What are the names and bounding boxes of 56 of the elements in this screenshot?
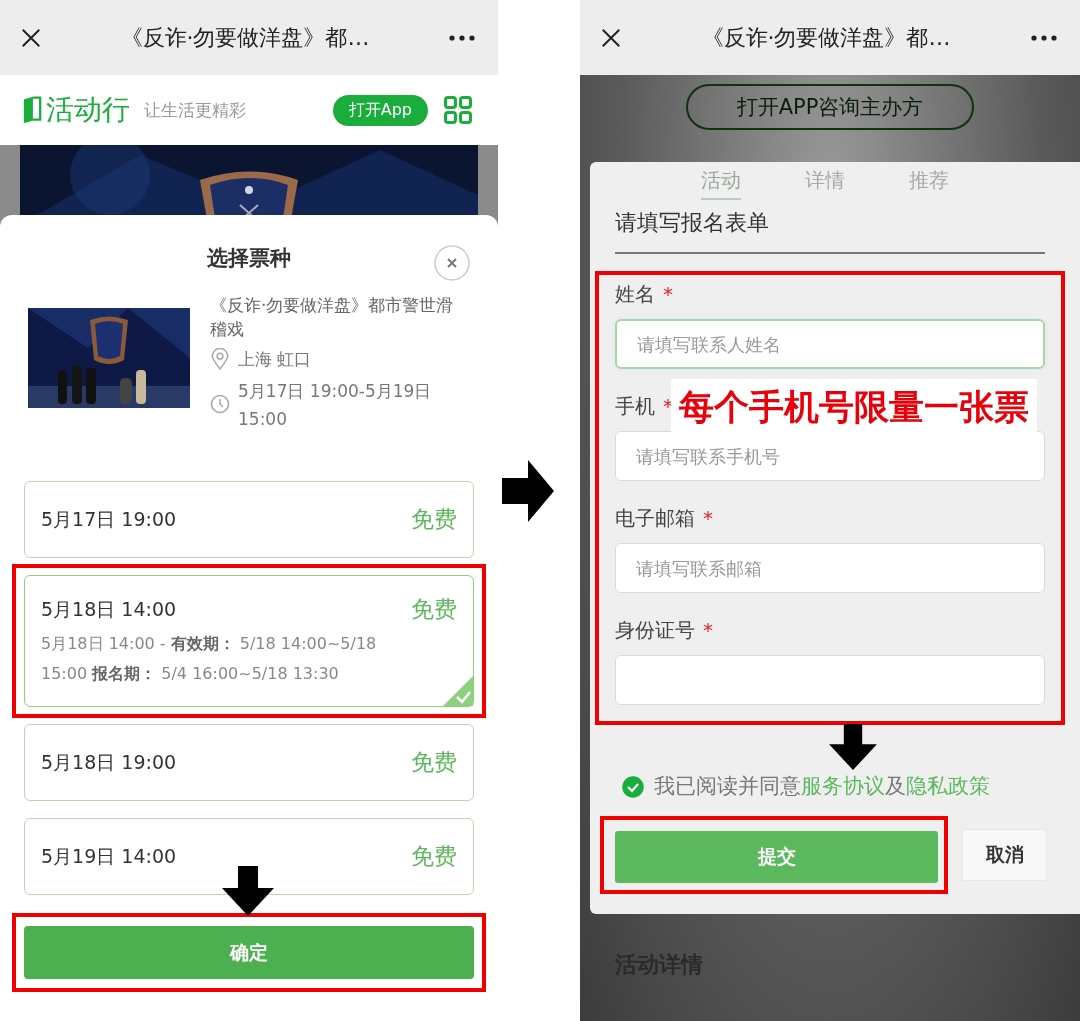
ticket-time: 5月18日 14:00 [41, 596, 177, 622]
tab[interactable]: 活动 [701, 166, 741, 200]
agreement-link[interactable]: 服务协议 [801, 774, 885, 798]
sheet-title: 选择票种 [207, 245, 291, 272]
ticket-time: 5月19日 14:00 [41, 843, 177, 869]
confirm-button[interactable]: 确定 [24, 926, 474, 979]
input-field[interactable]: 请填写联系手机号 [615, 431, 1045, 481]
grid-icon[interactable] [444, 96, 472, 124]
form-title: 请填写报名表单 [615, 208, 1045, 254]
annotation-note: 每个手机号限量一张票 [671, 379, 1037, 435]
required-mark: * [703, 617, 713, 644]
slogan: 让生活更精彩 [144, 98, 247, 122]
tab[interactable]: 详情 [805, 166, 845, 200]
ticket-option[interactable]: 5月17日 19:00 免费 [24, 481, 474, 558]
field-label: 身份证号 [615, 617, 695, 644]
page-title: 《反诈·勿要做洋盘》都… [119, 23, 371, 52]
ticket-time: 5月17日 19:00 [41, 506, 177, 532]
ticket-price: 免费 [411, 505, 457, 534]
field-label: 电子邮箱 [615, 505, 695, 532]
ticket-option[interactable]: 5月18日 14:00 免费 5月18日 14:00 - 有效期： 5/18 14:00~5/18 15:00 报名期： 5/4 16:00~5/18 13:30 [24, 575, 474, 707]
right-arrow [502, 459, 554, 522]
down-arrow [829, 724, 877, 770]
consult-button[interactable]: 打开APP咨询主办方 [686, 84, 974, 130]
event-location: 上海 虹口 [238, 348, 312, 371]
input-field[interactable]: 请填写联系人姓名 [615, 319, 1045, 369]
agreement-text: 我已阅读并同意服务协议及隐私政策 [654, 773, 990, 800]
ticket-detail: 5月18日 14:00 - 有效期： 5/18 14:00~5/18 15:00 报名期： 5/4 16:00~5/18 13:30 [41, 633, 378, 685]
ticket-option[interactable]: 5月18日 19:00 免费 [24, 724, 474, 801]
required-mark: * [663, 281, 673, 308]
location-pin-icon [210, 348, 230, 370]
ticket-time: 5月18日 19:00 [41, 749, 177, 775]
close-icon[interactable] [20, 26, 42, 49]
ticket-price: 免费 [411, 595, 457, 624]
input-field[interactable]: 请填写联系邮箱 [615, 543, 1045, 593]
page-title: 《反诈·勿要做洋盘》都… [700, 23, 952, 52]
ticket-price: 免费 [411, 748, 457, 777]
event-time: 5月17日 19:00-5月19日 15:00 [238, 380, 433, 431]
event-title: 《反诈·勿要做洋盘》都市警世滑稽戏 [210, 294, 455, 341]
ticket-option[interactable]: 5月19日 14:00 免费 [24, 818, 474, 895]
cancel-button[interactable]: 取消 [962, 829, 1047, 881]
field-label: 手机 [615, 393, 655, 420]
tab[interactable]: 推荐 [909, 166, 949, 200]
field-label: 姓名 [615, 281, 655, 308]
check-icon [443, 676, 473, 706]
brand-name: 活动行 [46, 92, 130, 128]
agreement-link[interactable]: 隐私政策 [906, 774, 990, 798]
submit-button[interactable]: 提交 [615, 831, 938, 883]
close-icon[interactable] [600, 26, 622, 49]
open-app-button[interactable]: 打开App [332, 94, 428, 126]
clock-icon [210, 393, 230, 415]
input-field[interactable] [615, 655, 1045, 705]
logo-icon [22, 95, 42, 125]
checkbox[interactable] [622, 776, 644, 798]
ticket-price: 免费 [411, 842, 457, 871]
down-arrow [222, 866, 274, 916]
required-mark: * [703, 505, 713, 532]
